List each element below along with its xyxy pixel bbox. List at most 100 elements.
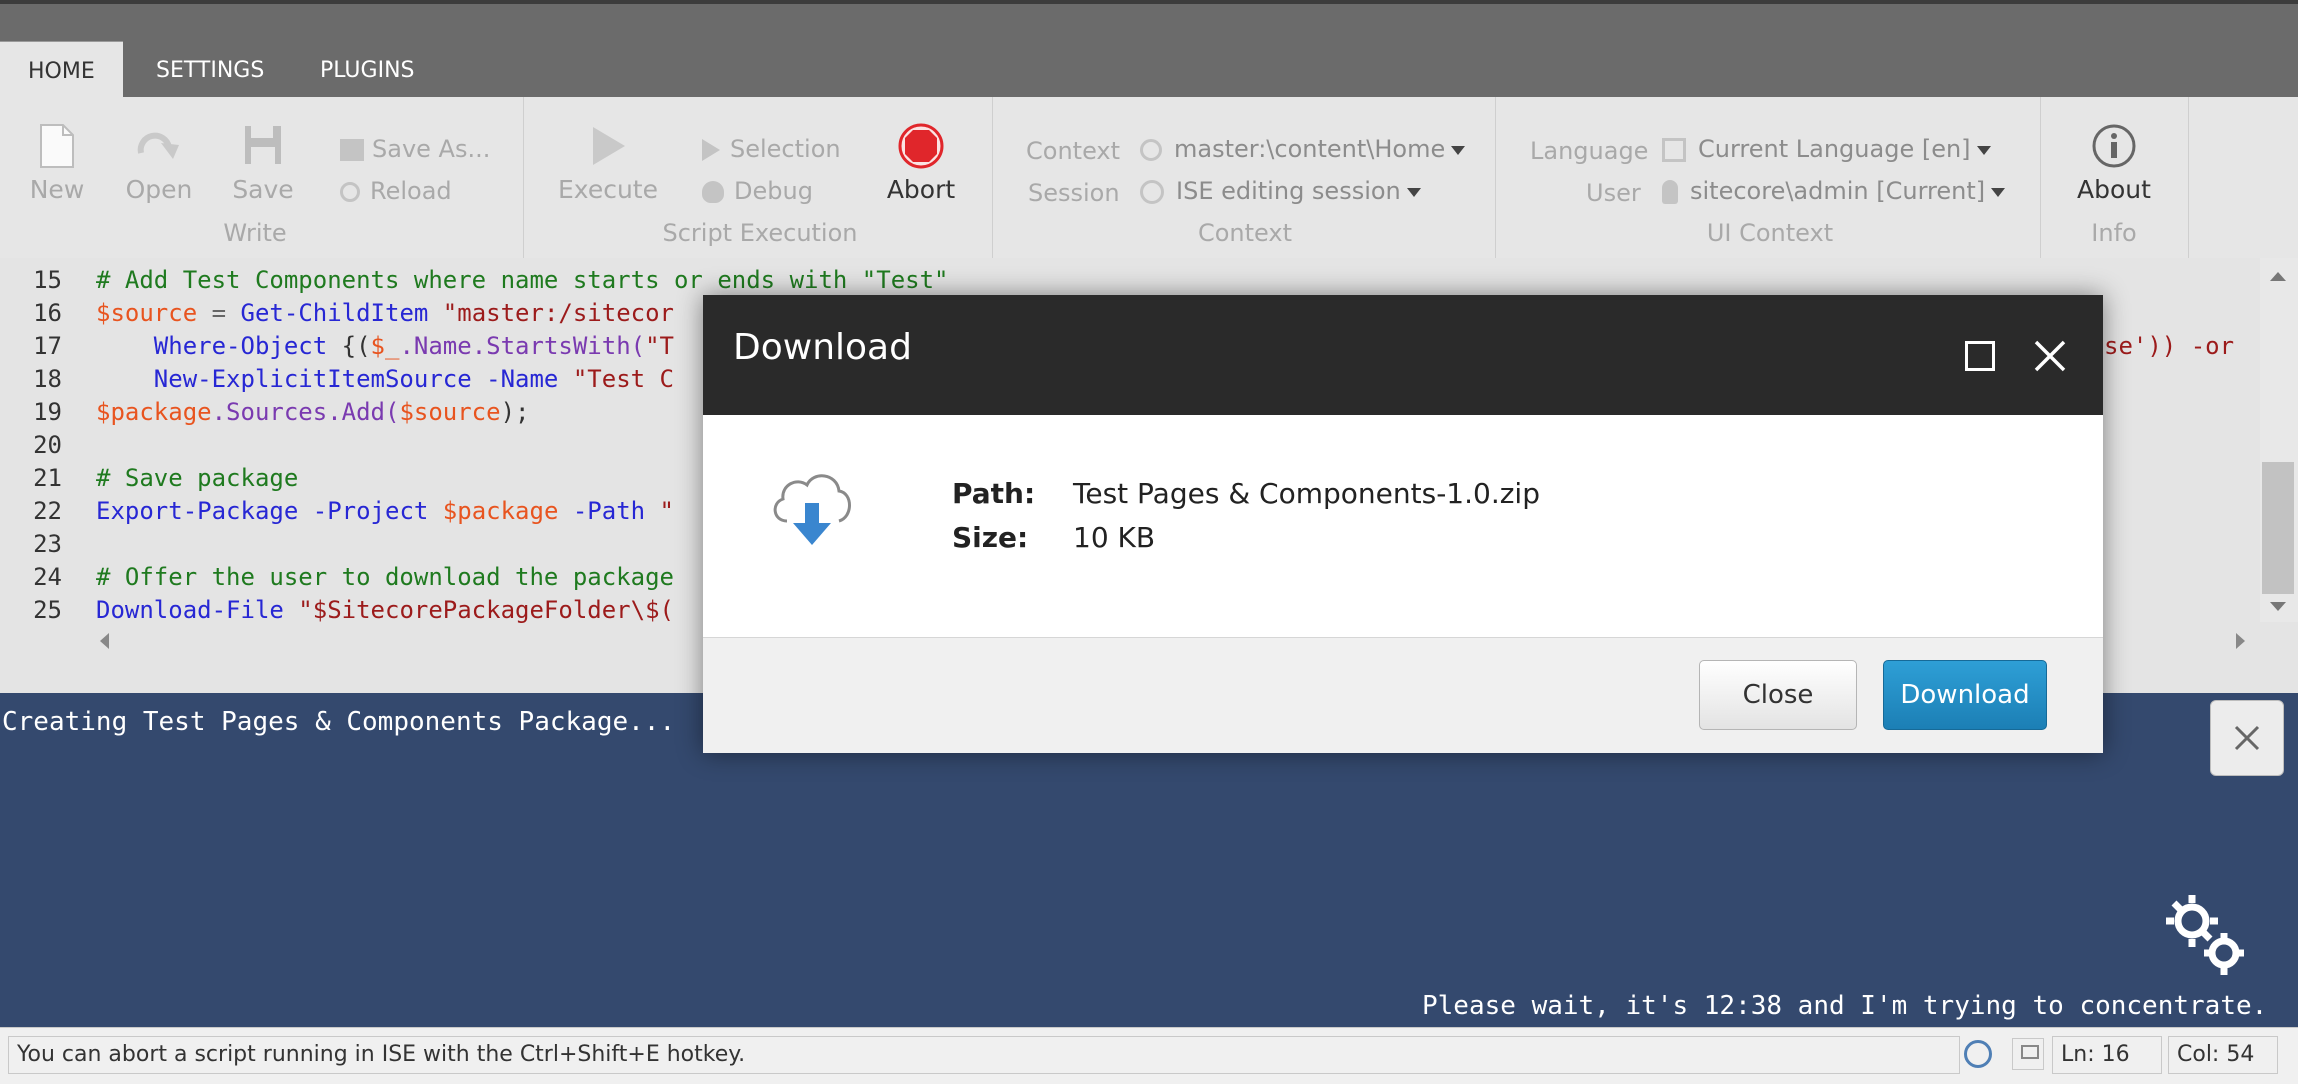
debug-label: Debug [734,177,813,205]
execute-button[interactable]: Execute [556,123,660,204]
code-line-17: Where-Object {($_.Name.StartsWith("T [96,332,674,360]
user-dropdown[interactable]: sitecore\admin [Current] [1662,177,2006,205]
scroll-left-icon[interactable] [100,633,109,649]
play-icon [593,127,625,165]
maximize-icon[interactable] [1965,341,1995,371]
stop-icon [898,123,944,169]
reload-button[interactable]: Reload [340,177,452,205]
session-icon [1140,180,1164,204]
execute-label: Execute [558,175,658,204]
path-label: Path: [952,477,1036,510]
code-line-21: # Save package [96,464,299,492]
group-write-label: Write [223,219,287,247]
user-icon [1662,180,1678,204]
code-token: ); [500,398,530,426]
code-token: = [197,299,241,327]
database-icon [1140,139,1162,161]
cloud-download-icon [773,474,851,545]
group-context-label: Context [1197,219,1293,247]
session-value: ISE editing session [1176,177,1401,205]
close-icon[interactable] [2033,339,2067,373]
window-restore-icon[interactable] [2012,1038,2044,1070]
save-button[interactable]: Save [228,123,298,204]
open-label: Open [125,175,193,204]
new-file-icon [40,124,74,168]
chevron-down-icon [1991,187,2006,197]
code-line-16: $source = Get-ChildItem "master:/sitecor [96,299,674,327]
reload-label: Reload [370,177,452,205]
status-bar: You can abort a script running in ISE wi… [0,1027,2298,1084]
code-token: $package [96,398,212,426]
open-button[interactable]: Open [124,123,194,204]
ribbon-divider [992,97,993,258]
dialog-body: Path: Test Pages & Components-1.0.zip Si… [703,415,2103,637]
line-number: 22 [33,497,62,525]
ribbon-divider [1495,97,1496,258]
code-token: "master:/sitecor [428,299,674,327]
line-number: 23 [33,530,62,558]
close-icon [2234,725,2260,751]
about-label: About [2077,175,2151,204]
abort-label: Abort [886,175,956,204]
dialog-header: Download [703,295,2103,415]
scroll-right-icon[interactable] [2236,633,2245,649]
about-button[interactable]: About [2074,123,2154,204]
group-info-label: Info [2091,219,2137,247]
user-value: sitecore\admin [Current] [1690,177,1986,205]
close-button[interactable]: Close [1699,660,1857,730]
code-token: $_ [370,332,400,360]
code-token: $package [428,497,559,525]
code-line-24: # Offer the user to download the package [96,563,674,591]
download-button[interactable]: Download [1883,660,2047,730]
editor-scroll-thumb[interactable] [2262,462,2294,594]
size-value: 10 KB [1073,521,1156,554]
line-number: 25 [33,596,62,624]
ribbon-divider [2040,97,2041,258]
abort-button[interactable]: Abort [880,123,962,204]
tab-plugins[interactable]: PLUGINS [292,41,443,101]
line-number: 20 [33,431,62,459]
selection-button[interactable]: Selection [702,135,841,163]
open-icon [137,132,179,159]
scroll-up-icon[interactable] [2270,272,2286,281]
scroll-down-icon[interactable] [2270,602,2286,611]
chevron-down-icon [1976,145,1991,155]
code-token: -Name [471,365,559,393]
save-label: Save [232,175,294,204]
language-value: Current Language [en] [1698,135,1971,163]
debug-button[interactable]: Debug [702,177,813,205]
line-number: 16 [33,299,62,327]
chevron-down-icon [1406,187,1421,197]
sync-icon[interactable] [1964,1040,1992,1068]
download-dialog: Download Path: Test Pages & Components-1… [703,295,2103,753]
code-token: $source [96,299,198,327]
session-dropdown[interactable]: ISE editing session [1140,177,1421,205]
language-dropdown[interactable]: Current Language [en] [1662,135,1991,163]
code-token: Export-Package [96,497,299,525]
dialog-title: Download [733,327,912,368]
path-value: Test Pages & Components-1.0.zip [1073,477,1540,510]
code-line-22: Export-Package -Project $package -Path " [96,497,674,525]
gears-icon [2166,895,2244,975]
save-as-button[interactable]: Save As... [340,135,490,163]
code-line-19: $package.Sources.Add($source); [96,398,530,426]
console-close-button[interactable] [2210,700,2284,776]
code-token: -Project [298,497,429,525]
chevron-down-icon [1451,145,1466,155]
code-token: "T [645,332,674,360]
line-number: 18 [33,365,62,393]
code-token: -Path [558,497,646,525]
debug-icon [702,181,724,203]
code-line-17-tail: se')) -or [2104,332,2249,360]
selection-label: Selection [730,135,841,163]
context-dropdown[interactable]: master:\content\Home [1140,135,1466,163]
code-token: New-ExplicitItemSource [96,365,472,393]
tab-settings[interactable]: SETTINGS [128,41,292,101]
line-number: 19 [33,398,62,426]
tab-home[interactable]: HOME [0,41,123,102]
user-label: User [1586,179,1641,207]
language-icon [1662,138,1686,162]
code-token: "Test C [558,365,674,393]
new-button[interactable]: New [24,123,90,204]
code-token: {( [327,332,371,360]
